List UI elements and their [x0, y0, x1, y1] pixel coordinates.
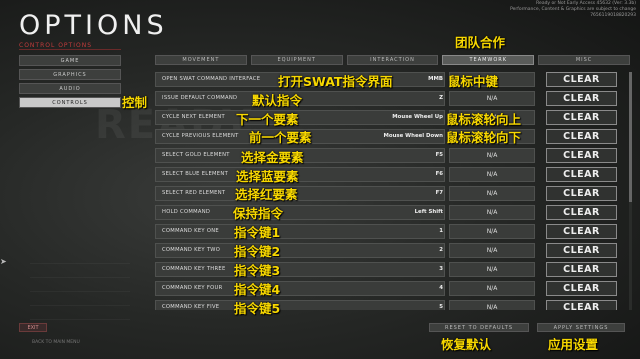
title-divider	[19, 49, 121, 50]
binding-alt[interactable]: N/A	[449, 205, 535, 220]
annotation-key3: 指令键3	[234, 263, 281, 278]
clear-button[interactable]: CLEAR	[546, 110, 617, 125]
clear-button[interactable]: CLEAR	[546, 167, 617, 182]
binding-key[interactable]: Mouse Wheel Down	[341, 129, 443, 144]
page-title: OPTIONS	[19, 10, 168, 41]
tab-interaction[interactable]: INTERACTION	[346, 55, 439, 65]
binding-row: OPEN SWAT COMMAND INTERFACE MMB N/A CLEA…	[155, 72, 630, 87]
binding-alt[interactable]: N/A	[449, 148, 535, 163]
binding-row: SELECT GOLD ELEMENT F5 N/A CLEAR	[155, 148, 630, 163]
clear-button[interactable]: CLEAR	[546, 262, 617, 277]
binding-row: COMMAND KEY TWO 2 N/A CLEAR	[155, 243, 630, 258]
binding-key[interactable]: 2	[341, 243, 443, 258]
page-subtitle: CONTROL OPTIONS	[19, 42, 93, 49]
binding-key[interactable]: Z	[341, 91, 443, 106]
binding-key[interactable]: Left Shift	[341, 205, 443, 220]
binding-alt[interactable]: N/A	[449, 300, 535, 310]
tab-misc[interactable]: MISC	[538, 55, 630, 65]
annotation-wheel-down: 鼠标滚轮向下	[446, 130, 522, 145]
annotation-hold: 保持指令	[233, 206, 284, 221]
clear-button[interactable]: CLEAR	[546, 281, 617, 296]
reset-to-defaults-button[interactable]: RESET TO DEFAULTS	[429, 323, 529, 332]
clear-button[interactable]: CLEAR	[546, 186, 617, 201]
binding-alt[interactable]: N/A	[449, 281, 535, 296]
annotation-apply: 应用设置	[548, 337, 599, 352]
annotation-red: 选择红要素	[235, 187, 298, 202]
binding-row: CYCLE PREVIOUS ELEMENT Mouse Wheel Down …	[155, 129, 630, 144]
nav-graphics[interactable]: GRAPHICS	[19, 69, 121, 80]
nav-audio[interactable]: AUDIO	[19, 83, 121, 94]
binding-key[interactable]: F5	[341, 148, 443, 163]
bindings-scrollbar[interactable]	[629, 72, 632, 310]
binding-alt[interactable]: N/A	[449, 243, 535, 258]
annotation-key5: 指令键5	[234, 301, 281, 316]
exit-hint: BACK TO MAIN MENU	[32, 340, 80, 345]
scrollbar-thumb[interactable]	[629, 72, 632, 202]
version-info: Ready or Not Early Access 45632 (Ver: 3.…	[510, 1, 636, 19]
annotation-issue-default: 默认指令	[252, 93, 303, 108]
annotation-open-swat: 打开SWAT指令界面	[278, 74, 393, 89]
tab-equipment[interactable]: EQUIPMENT	[250, 55, 343, 65]
clear-button[interactable]: CLEAR	[546, 224, 617, 239]
clear-button[interactable]: CLEAR	[546, 72, 617, 87]
annotation-wheel-up: 鼠标滚轮向上	[446, 112, 522, 127]
annotation-blue: 选择蓝要素	[236, 169, 299, 184]
binding-row: SELECT BLUE ELEMENT F6 N/A CLEAR	[155, 167, 630, 182]
annotation-key1: 指令键1	[234, 225, 281, 240]
background-texture	[30, 250, 130, 320]
annotation-mmb: 鼠标中键	[448, 74, 499, 89]
annotation-tab-teamwork: 团队合作	[455, 35, 506, 50]
controls-tabs: MOVEMENT EQUIPMENT INTERACTION TEAMWORK …	[155, 55, 630, 65]
binding-row: COMMAND KEY THREE 3 N/A CLEAR	[155, 262, 630, 277]
binding-key[interactable]: 1	[341, 224, 443, 239]
binding-row: COMMAND KEY FOUR 4 N/A CLEAR	[155, 281, 630, 296]
binding-alt[interactable]: N/A	[449, 224, 535, 239]
binding-row: SELECT RED ELEMENT F7 N/A CLEAR	[155, 186, 630, 201]
apply-settings-button[interactable]: APPLY SETTINGS	[537, 323, 625, 332]
binding-row: ISSUE DEFAULT COMMAND Z N/A CLEAR	[155, 91, 630, 106]
clear-button[interactable]: CLEAR	[546, 91, 617, 106]
annotation-key4: 指令键4	[234, 282, 281, 297]
binding-row: COMMAND KEY ONE 1 N/A CLEAR	[155, 224, 630, 239]
binding-alt[interactable]: N/A	[449, 186, 535, 201]
bindings-list: OPEN SWAT COMMAND INTERFACE MMB N/A CLEA…	[155, 72, 630, 310]
exit-button[interactable]: EXIT	[19, 323, 47, 332]
binding-row: HOLD COMMAND Left Shift N/A CLEAR	[155, 205, 630, 220]
binding-key[interactable]: F6	[341, 167, 443, 182]
clear-button[interactable]: CLEAR	[546, 148, 617, 163]
binding-row: COMMAND KEY FIVE 5 N/A CLEAR	[155, 300, 630, 310]
clear-button[interactable]: CLEAR	[546, 300, 617, 310]
annotation-prev-element: 前一个要素	[249, 130, 312, 145]
annotation-nav-controls: 控制	[122, 95, 148, 110]
tab-teamwork[interactable]: TEAMWORK	[442, 55, 535, 65]
binding-row: CYCLE NEXT ELEMENT Mouse Wheel Up N/A CL…	[155, 110, 630, 125]
binding-key[interactable]: Mouse Wheel Up	[341, 110, 443, 125]
annotation-next-element: 下一个要素	[236, 112, 299, 127]
clear-button[interactable]: CLEAR	[546, 129, 617, 144]
version-line: 7656119018820293	[590, 13, 636, 18]
tab-movement[interactable]: MOVEMENT	[155, 55, 247, 65]
clear-button[interactable]: CLEAR	[546, 243, 617, 258]
annotation-reset: 恢复默认	[441, 337, 492, 352]
binding-key[interactable]: 5	[341, 300, 443, 310]
options-nav: GAME GRAPHICS AUDIO CONTROLS	[19, 55, 121, 111]
binding-key[interactable]: 4	[341, 281, 443, 296]
mouse-cursor-icon: ➤	[0, 257, 7, 266]
nav-controls[interactable]: CONTROLS	[19, 97, 121, 108]
binding-key[interactable]: 3	[341, 262, 443, 277]
annotation-gold: 选择金要素	[241, 150, 304, 165]
binding-alt[interactable]: N/A	[449, 91, 535, 106]
binding-alt[interactable]: N/A	[449, 167, 535, 182]
nav-game[interactable]: GAME	[19, 55, 121, 66]
clear-button[interactable]: CLEAR	[546, 205, 617, 220]
binding-alt[interactable]: N/A	[449, 262, 535, 277]
binding-key[interactable]: F7	[341, 186, 443, 201]
annotation-key2: 指令键2	[234, 244, 281, 259]
